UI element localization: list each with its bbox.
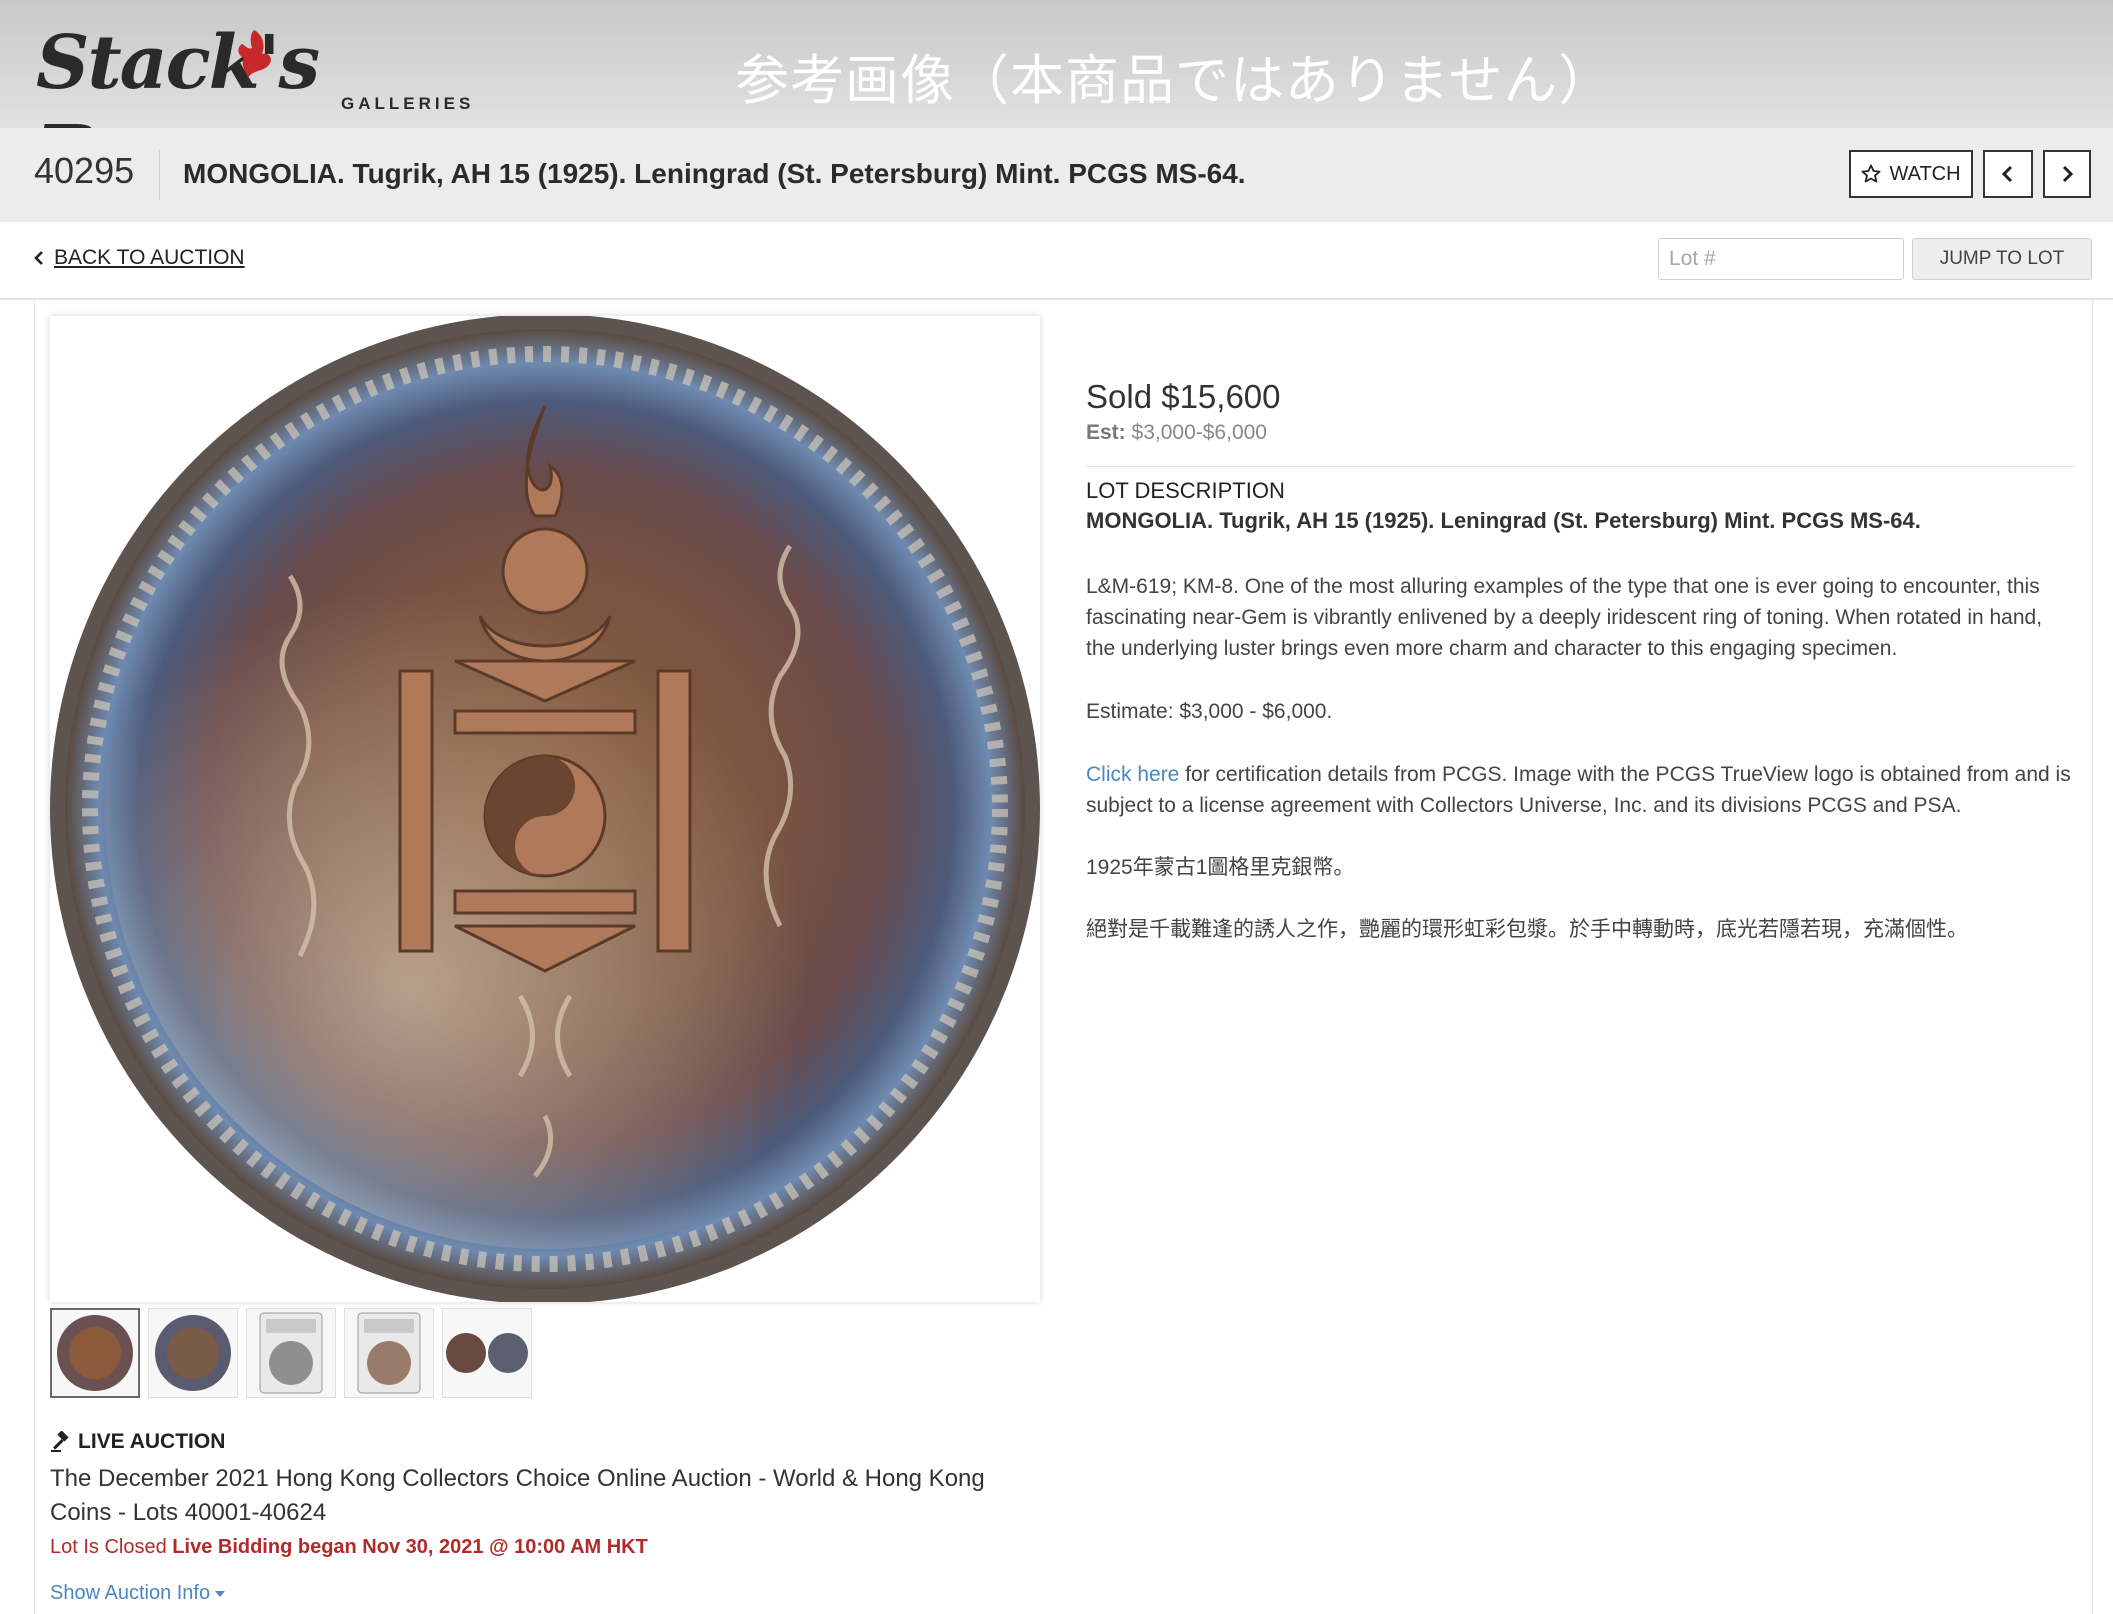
- show-auction-info-toggle[interactable]: Show Auction Info: [50, 1582, 226, 1605]
- sold-price: Sold $15,600: [1086, 378, 1281, 415]
- estimate-value: $3,000-$6,000: [1131, 421, 1267, 444]
- thumbnail-strip: [50, 1308, 532, 1402]
- lot-description-heading: LOT DESCRIPTION: [1086, 478, 1285, 503]
- next-lot-button[interactable]: [2043, 150, 2091, 198]
- chevron-left-icon: [34, 251, 43, 265]
- star-icon: [1861, 164, 1881, 183]
- divider: [1086, 466, 2076, 467]
- back-to-auction-link[interactable]: BACK TO AUCTION: [34, 246, 245, 270]
- chinese-description-paragraph: 絕對是千載難逢的誘人之作，艷麗的環形虹彩包漿。於手中轉動時，底光若隱若現，充滿個…: [1086, 918, 1968, 941]
- coin-illustration: [50, 314, 1040, 1304]
- logo-galleries: GALLERIES: [341, 94, 475, 113]
- griffin-icon: [238, 30, 271, 78]
- slab-front-thumb: [259, 1312, 323, 1394]
- live-auction-text: LIVE AUCTION: [78, 1430, 226, 1453]
- auction-name[interactable]: The December 2021 Hong Kong Collectors C…: [50, 1462, 1030, 1530]
- show-auction-info-label: Show Auction Info: [50, 1582, 211, 1604]
- certification-paragraph: Click here for certification details fro…: [1086, 759, 2076, 821]
- lot-title: MONGOLIA. Tugrik, AH 15 (1925). Leningra…: [183, 158, 1246, 189]
- thumbnail-obverse[interactable]: [50, 1308, 140, 1398]
- estimate-paragraph: Estimate: $3,000 - $6,000.: [1086, 700, 1333, 723]
- estimate-range: Est: $3,000-$6,000: [1086, 421, 1267, 445]
- reference-image-note: 参考画像（本商品ではありません）: [735, 49, 1614, 112]
- lot-number: 40295: [34, 150, 135, 191]
- chinese-title-paragraph: 1925年蒙古1圖格里克銀幣。: [1086, 856, 1355, 879]
- live-auction-label: LIVE AUCTION: [50, 1430, 225, 1454]
- coin-obverse-thumb: [57, 1315, 133, 1391]
- bidding-start-text: Live Bidding began Nov 30, 2021 @ 10:00 …: [172, 1536, 648, 1558]
- description-paragraph: L&M-619; KM-8. One of the most alluring …: [1086, 575, 2043, 660]
- lot-title-bar: 40295 MONGOLIA. Tugrik, AH 15 (1925). Le…: [0, 128, 2113, 223]
- watch-label: WATCH: [1889, 162, 1961, 185]
- lot-status: Lot Is Closed Live Bidding began Nov 30,…: [50, 1536, 648, 1559]
- trueview-thumb: [446, 1333, 528, 1373]
- stacks-bowers-logo[interactable]: Stack's Bowers GALLERIES: [36, 18, 476, 196]
- slab-back-thumb: [357, 1312, 421, 1394]
- estimate-label: Est:: [1086, 421, 1126, 444]
- gavel-icon: [51, 1431, 69, 1452]
- click-here-link[interactable]: Click here: [1086, 763, 1179, 786]
- lot-navigation-row: BACK TO AUCTION JUMP TO LOT: [0, 222, 2113, 300]
- lot-description-title: MONGOLIA. Tugrik, AH 15 (1925). Leningra…: [1086, 508, 1921, 533]
- chevron-right-icon: [2062, 165, 2074, 183]
- thumbnail-slab-front[interactable]: [246, 1308, 336, 1398]
- thumbnail-trueview[interactable]: [442, 1308, 532, 1398]
- divider: [159, 150, 160, 200]
- previous-lot-button[interactable]: [1983, 150, 2033, 198]
- coin-reverse-thumb: [155, 1315, 231, 1391]
- main-coin-image[interactable]: [50, 314, 1040, 1304]
- watch-button[interactable]: WATCH: [1849, 150, 1973, 198]
- lot-closed-text: Lot Is Closed: [50, 1536, 167, 1558]
- caret-down-icon: [215, 1590, 226, 1597]
- chevron-left-icon: [2001, 165, 2013, 183]
- lot-number-input[interactable]: [1658, 238, 1904, 280]
- thumbnail-slab-back[interactable]: [344, 1308, 434, 1398]
- site-header: Stack's Bowers GALLERIES 参考画像（本商品ではありません…: [0, 0, 2113, 196]
- thumbnail-reverse[interactable]: [148, 1308, 238, 1398]
- back-label: BACK TO AUCTION: [54, 246, 245, 269]
- jump-to-lot-button[interactable]: JUMP TO LOT: [1912, 238, 2092, 280]
- certification-text: for certification details from PCGS. Ima…: [1086, 763, 2071, 817]
